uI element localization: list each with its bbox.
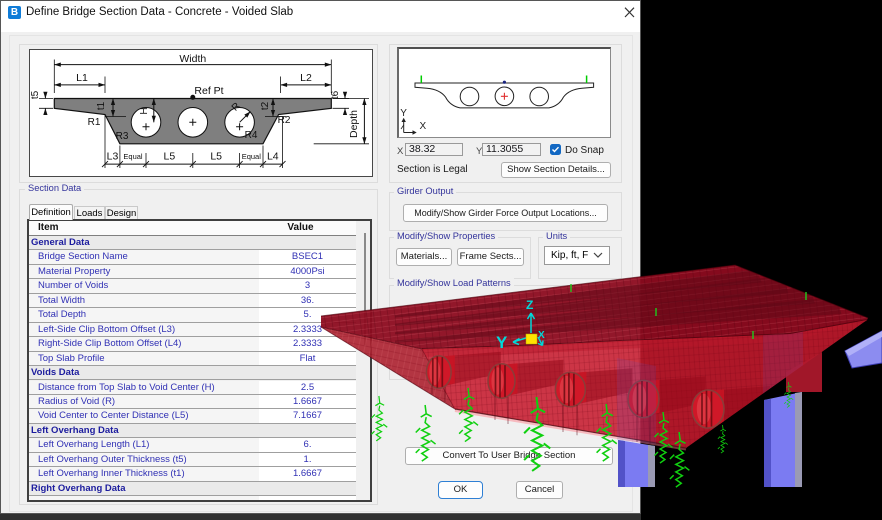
svg-text:R2: R2: [278, 115, 291, 126]
svg-text:X: X: [420, 121, 427, 132]
svg-text:Depth: Depth: [348, 110, 360, 138]
svg-text:Y: Y: [400, 108, 407, 119]
svg-text:t1: t1: [96, 101, 107, 110]
svg-text:L1: L1: [76, 72, 88, 84]
svg-text:R4: R4: [245, 130, 258, 141]
svg-text:L5: L5: [164, 151, 176, 163]
svg-text:Equal: Equal: [242, 152, 262, 161]
svg-text:R3: R3: [116, 131, 129, 142]
svg-text:H: H: [139, 107, 150, 114]
svg-text:R1: R1: [88, 117, 101, 128]
svg-text:Width: Width: [179, 53, 206, 65]
svg-text:L2: L2: [300, 72, 312, 84]
svg-text:t2: t2: [260, 101, 271, 110]
svg-text:L3: L3: [107, 151, 119, 163]
svg-text:Ref Pt: Ref Pt: [194, 85, 223, 97]
svg-text:t6: t6: [330, 90, 341, 99]
svg-text:L4: L4: [267, 151, 279, 163]
svg-text:t5: t5: [30, 90, 41, 99]
svg-text:Equal: Equal: [123, 152, 143, 161]
svg-text:L5: L5: [210, 151, 222, 163]
